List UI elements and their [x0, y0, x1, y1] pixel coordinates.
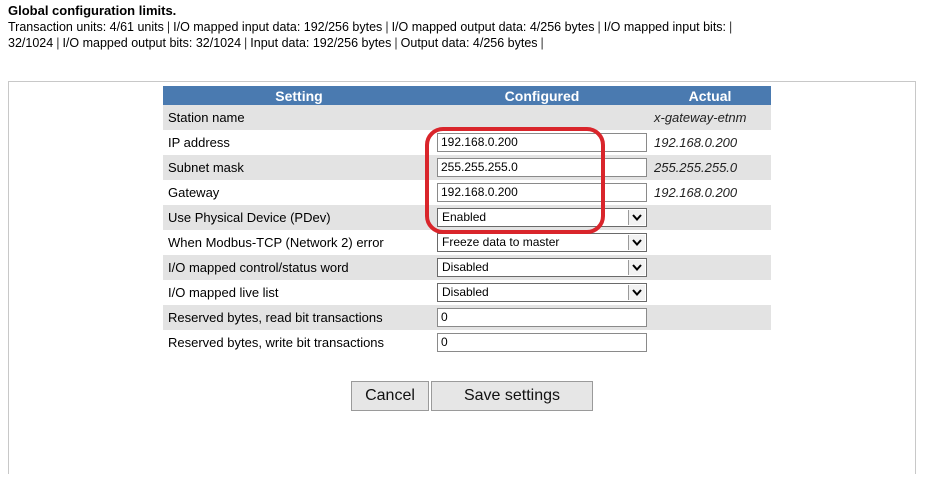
- actual-value: [649, 230, 771, 255]
- actual-value: [649, 280, 771, 305]
- setting-label: Subnet mask: [163, 155, 435, 180]
- actual-value: [649, 330, 771, 355]
- setting-label: Use Physical Device (PDev): [163, 205, 435, 230]
- modbus-error-select[interactable]: Freeze data to master: [437, 233, 647, 252]
- subnet-mask-input[interactable]: 255.255.255.0: [437, 158, 647, 177]
- limit-io-input-bits-value: 32/1024: [8, 36, 54, 50]
- control-status-word-select[interactable]: Disabled: [437, 258, 647, 277]
- pdev-select[interactable]: Enabled: [437, 208, 647, 227]
- actual-value: x-gateway-etnm: [649, 105, 771, 130]
- select-value: Freeze data to master: [442, 235, 560, 249]
- limit-transaction-units: Transaction units: 4/61 units: [8, 20, 164, 34]
- row-ip-address: IP address 192.168.0.200 192.168.0.200: [163, 130, 771, 155]
- table-header-row: Setting Configured Actual: [163, 86, 771, 105]
- row-io-control-status-word: I/O mapped control/status word Disabled: [163, 255, 771, 280]
- setting-label: IP address: [163, 130, 435, 155]
- save-settings-button[interactable]: Save settings: [431, 381, 593, 411]
- reserved-read-bytes-input[interactable]: 0: [437, 308, 647, 327]
- ip-address-input[interactable]: 192.168.0.200: [437, 133, 647, 152]
- row-subnet-mask: Subnet mask 255.255.255.0 255.255.255.0: [163, 155, 771, 180]
- limits-summary: Transaction units: 4/61 units | I/O mapped…: [8, 20, 733, 50]
- actual-value: [649, 305, 771, 330]
- row-station-name: Station name x-gateway-etnm: [163, 105, 771, 130]
- column-header-setting: Setting: [163, 86, 435, 105]
- setting-label: Reserved bytes, write bit transactions: [163, 330, 435, 355]
- configured-value: [435, 105, 649, 130]
- limit-output-data: Output data: 4/256 bytes: [400, 36, 538, 50]
- setting-label: Station name: [163, 105, 435, 130]
- cancel-button[interactable]: Cancel: [351, 381, 429, 411]
- live-list-select[interactable]: Disabled: [437, 283, 647, 302]
- limit-io-output-bits: I/O mapped output bits: 32/1024: [62, 36, 242, 50]
- setting-label: I/O mapped live list: [163, 280, 435, 305]
- chevron-down-icon[interactable]: [628, 285, 645, 300]
- row-io-live-list: I/O mapped live list Disabled: [163, 280, 771, 305]
- row-reserved-write-bit: Reserved bytes, write bit transactions 0: [163, 330, 771, 355]
- gateway-input[interactable]: 192.168.0.200: [437, 183, 647, 202]
- chevron-down-icon[interactable]: [628, 210, 645, 225]
- limits-title: Global configuration limits.: [8, 3, 177, 18]
- select-value: Disabled: [442, 285, 489, 299]
- limit-io-input-data: I/O mapped input data: 192/256 bytes: [173, 20, 383, 34]
- row-use-physical-device: Use Physical Device (PDev) Enabled: [163, 205, 771, 230]
- actual-value: 192.168.0.200: [649, 130, 771, 155]
- select-value: Enabled: [442, 210, 487, 224]
- column-header-configured: Configured: [435, 86, 649, 105]
- row-modbus-error: When Modbus-TCP (Network 2) error Freeze…: [163, 230, 771, 255]
- reserved-write-bytes-input[interactable]: 0: [437, 333, 647, 352]
- limit-io-input-bits: I/O mapped input bits:: [603, 20, 727, 34]
- setting-label: Reserved bytes, read bit transactions: [163, 305, 435, 330]
- setting-label: When Modbus-TCP (Network 2) error: [163, 230, 435, 255]
- chevron-down-icon[interactable]: [628, 260, 645, 275]
- row-gateway: Gateway 192.168.0.200 192.168.0.200: [163, 180, 771, 205]
- actual-value: 255.255.255.0: [649, 155, 771, 180]
- limit-io-output-data: I/O mapped output data: 4/256 bytes: [391, 20, 595, 34]
- column-header-actual: Actual: [649, 86, 771, 105]
- settings-table: Setting Configured Actual Station name x…: [163, 86, 771, 355]
- limit-input-data: Input data: 192/256 bytes: [250, 36, 392, 50]
- actual-value: [649, 255, 771, 280]
- row-reserved-read-bit: Reserved bytes, read bit transactions 0: [163, 305, 771, 330]
- setting-label: Gateway: [163, 180, 435, 205]
- select-value: Disabled: [442, 260, 489, 274]
- setting-label: I/O mapped control/status word: [163, 255, 435, 280]
- chevron-down-icon[interactable]: [628, 235, 645, 250]
- actual-value: [649, 205, 771, 230]
- actual-value: 192.168.0.200: [649, 180, 771, 205]
